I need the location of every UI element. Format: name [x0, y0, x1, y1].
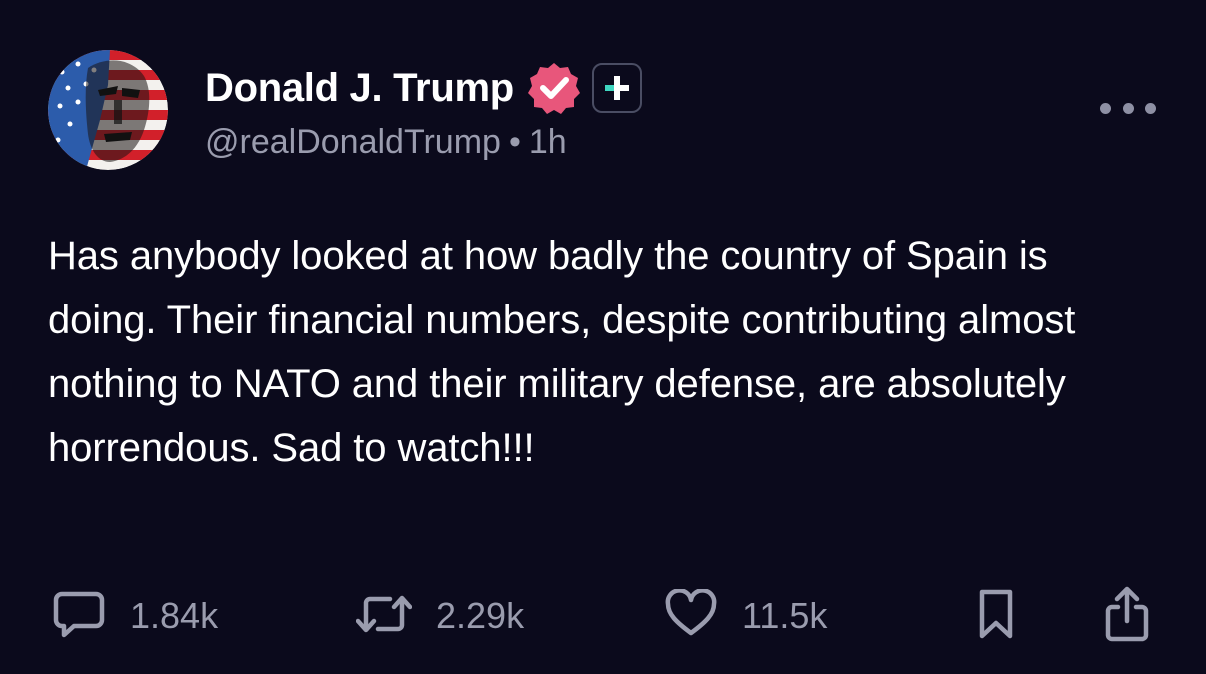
author-avatar[interactable]	[48, 50, 168, 170]
post-card: Donald J. Trump @realDonaldTrump • 1h Has …	[0, 0, 1206, 674]
comment-icon	[52, 589, 106, 644]
author-meta-row: @realDonaldTrump • 1h	[205, 123, 567, 162]
post-timestamp[interactable]: 1h	[529, 123, 567, 161]
more-dot-icon	[1100, 102, 1111, 114]
like-count: 11.5k	[742, 595, 828, 636]
repost-button[interactable]: 2.29k	[355, 584, 525, 648]
repost-count: 2.29k	[436, 595, 525, 636]
more-dot-icon	[1122, 102, 1134, 114]
reply-count: 1.84k	[130, 595, 219, 636]
author-display-name[interactable]: Donald J. Trump	[205, 66, 514, 111]
reply-button[interactable]: 1.84k	[52, 584, 218, 648]
author-name-row: Donald J. Trump	[205, 60, 642, 116]
author-handle[interactable]: @realDonaldTrump	[205, 123, 501, 161]
like-button[interactable]: 11.5k	[664, 584, 827, 648]
meta-separator: •	[508, 123, 521, 161]
flag-portrait-avatar	[48, 50, 168, 170]
plus-badge-icon	[591, 63, 642, 113]
share-button[interactable]	[1102, 584, 1152, 648]
share-icon	[1102, 585, 1152, 648]
more-options-button[interactable]	[1100, 94, 1156, 122]
more-dot-icon	[1145, 102, 1156, 114]
bookmark-icon	[974, 586, 1018, 647]
post-body-text: Has anybody looked at how badly the coun…	[48, 234, 1076, 470]
bookmark-button[interactable]	[974, 584, 1018, 648]
verified-badge-icon	[526, 60, 582, 116]
post-action-bar: 1.84k 2.29k 11.5k	[0, 584, 1206, 648]
heart-icon	[664, 587, 718, 644]
repost-icon	[355, 589, 413, 644]
